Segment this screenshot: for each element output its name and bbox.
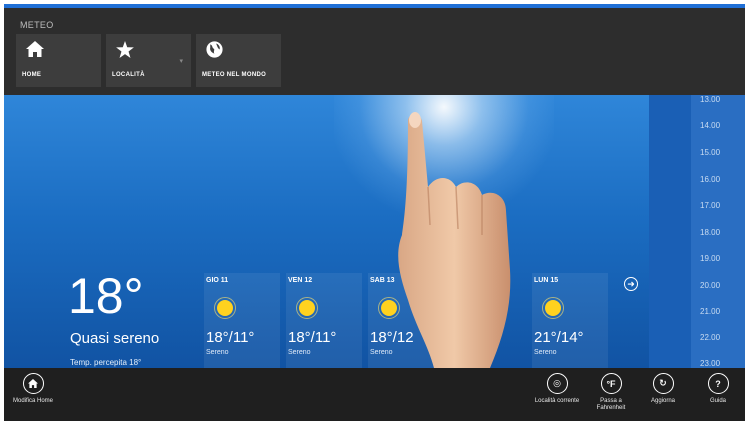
- nav-tile-home[interactable]: HOME: [16, 34, 101, 87]
- hourly-forecast[interactable]: 13.00 14.00 15.00 16.00 17.00 18.00 19.0…: [691, 95, 745, 368]
- refresh-label: Aggiorna: [650, 398, 676, 404]
- weather-panorama[interactable]: 18° Quasi sereno Temp. percepita 18° GIO…: [4, 95, 745, 368]
- hour-label: 21.00: [700, 307, 721, 316]
- hour-label: 18.00: [700, 228, 721, 237]
- nav-tile-meteo-nel-mondo[interactable]: METEO NEL MONDO: [196, 34, 281, 87]
- sun-icon: [214, 297, 236, 319]
- hour-label: 13.00: [700, 95, 721, 104]
- current-condition: Quasi sereno: [70, 330, 160, 347]
- hour-label: 15.00: [700, 148, 721, 157]
- hourly-strip-bg: [649, 95, 691, 368]
- home-icon: [26, 41, 44, 62]
- refresh-icon: ↻: [652, 373, 674, 394]
- forecast-day[interactable]: VEN 12 18°/11° Sereno: [286, 273, 362, 368]
- forecast-temp: 18°/11°: [288, 329, 337, 346]
- help-label: Guida: [709, 398, 726, 404]
- help-icon: ?: [707, 373, 729, 394]
- forecast-day-label: GIO 11: [206, 277, 229, 284]
- app-bar: Modifica Home ◎ Località corrente °F Pas…: [4, 368, 745, 421]
- help-button[interactable]: ? Guida: [693, 373, 743, 405]
- feels-like: Temp. percepita 18°: [70, 358, 142, 367]
- fahrenheit-button[interactable]: °F Passa a Fahrenheit: [586, 373, 636, 412]
- hour-label: 14.00: [700, 121, 721, 130]
- forecast-temp: 18°/11°: [206, 329, 255, 346]
- fahrenheit-icon: °F: [600, 373, 622, 394]
- hour-label: 20.00: [700, 281, 721, 290]
- refresh-button[interactable]: ↻ Aggiorna: [638, 373, 688, 405]
- nav-tile-localita[interactable]: LOCALITÀ ▾: [106, 34, 191, 87]
- hour-label: 19.00: [700, 254, 721, 263]
- forecast-day-label: VEN 12: [288, 277, 313, 284]
- nav-tile-label: METEO NEL MONDO: [202, 72, 267, 78]
- hour-label: 22.00: [700, 333, 721, 342]
- forecast-cond: Sereno: [206, 349, 229, 356]
- nav-tile-label: HOME: [22, 72, 42, 78]
- hour-label: 23.00: [700, 359, 721, 368]
- nav-tile-label: LOCALITÀ: [112, 72, 145, 78]
- current-temperature: 18°: [68, 268, 144, 324]
- fahrenheit-label: Passa a Fahrenheit: [596, 398, 626, 411]
- hour-label: 17.00: [700, 201, 721, 210]
- forecast-cond: Sereno: [288, 349, 311, 356]
- current-location-label: Località corrente: [534, 398, 580, 404]
- home-edit-icon: [22, 373, 44, 394]
- edit-home-button[interactable]: Modifica Home: [8, 373, 58, 405]
- locate-icon: ◎: [546, 373, 568, 394]
- app-title: METEO: [20, 20, 54, 30]
- globe-icon: [206, 41, 223, 63]
- hand-image: [398, 112, 511, 368]
- hour-label: 16.00: [700, 175, 721, 184]
- sun-icon: [296, 297, 318, 319]
- current-location-button[interactable]: ◎ Località corrente: [532, 373, 582, 405]
- star-icon: [116, 41, 134, 63]
- forecast-day[interactable]: GIO 11 18°/11° Sereno: [204, 273, 280, 368]
- chevron-down-icon[interactable]: ▾: [179, 57, 183, 65]
- app-window: METEO HOME LOCALITÀ ▾ METEO NEL MONDO 18…: [4, 4, 745, 421]
- edit-home-label: Modifica Home: [12, 398, 53, 404]
- arrow-right-icon[interactable]: ➜: [624, 277, 638, 291]
- nav-bar: METEO HOME LOCALITÀ ▾ METEO NEL MONDO: [4, 8, 745, 95]
